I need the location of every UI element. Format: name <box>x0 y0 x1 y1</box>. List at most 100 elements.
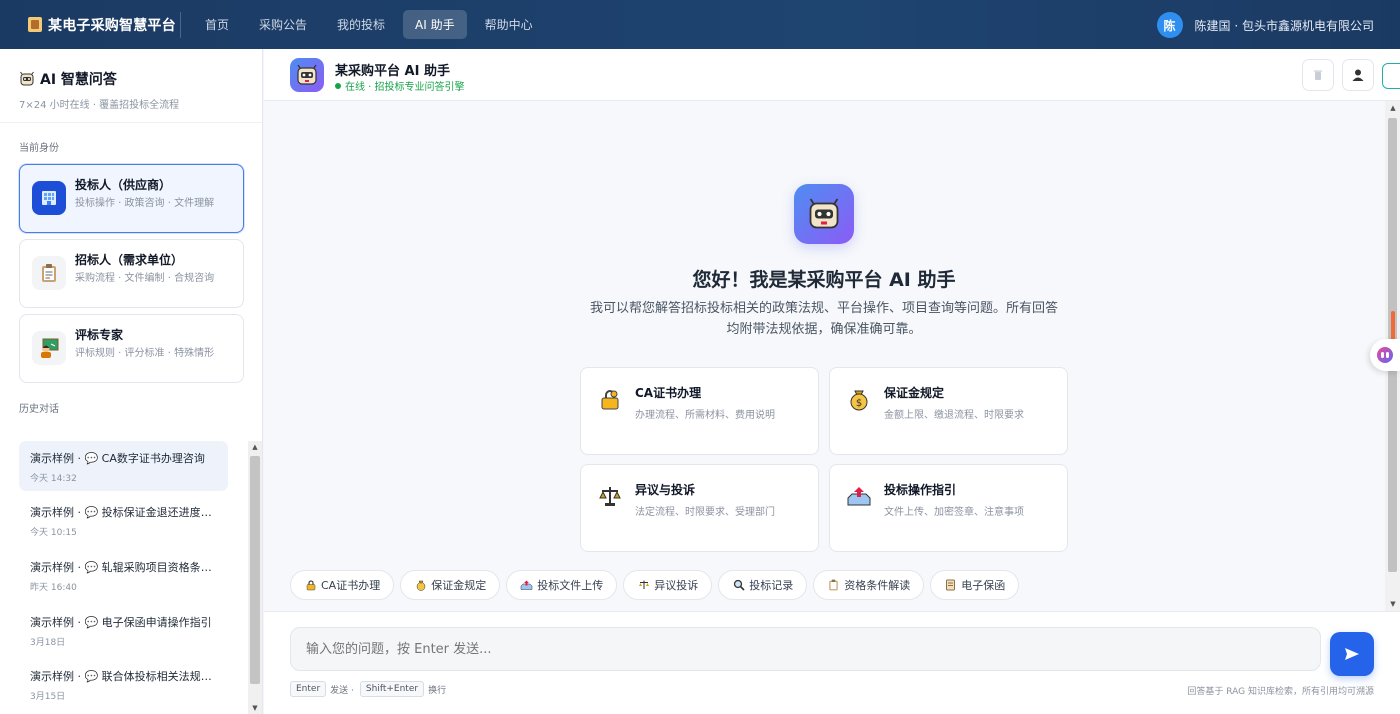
online-dot-icon <box>335 82 341 89</box>
avatar: 陈 <box>1156 12 1183 38</box>
user-icon <box>1352 69 1364 81</box>
welcome-title: 您好！我是某采购平台 AI 助手 <box>692 269 956 291</box>
scroll-up-icon[interactable]: ▲ <box>251 443 259 451</box>
brand[interactable]: 某电子采购智慧平台 <box>0 11 181 38</box>
nav-announcements[interactable]: 采购公告 <box>247 10 319 39</box>
role-card-expert[interactable]: 评标专家 评标规则 · 评分标准 · 特殊情形 <box>19 314 244 383</box>
role-section-label: 当前身份 <box>19 143 59 154</box>
lock-key-icon <box>597 386 623 412</box>
quick-card-deposit[interactable]: $ 保证金规定金额上限、缴退流程、时限要求 <box>829 367 1068 455</box>
teacher-icon <box>32 331 66 365</box>
sidebar-header: AI 智慧问答 7×24 小时在线 · 覆盖招投标全流程 <box>0 49 262 123</box>
quick-card-operation[interactable]: 投标操作指引 文件上传、加密签章、注意事项 <box>829 464 1068 552</box>
user-menu[interactable]: 陈 陈建国 · 包头市鑫源机电有限公司 <box>1156 12 1374 38</box>
chat-panel: 某采购平台 AI 助手 在线 · 招投标专业问答引擎 您好！我是某采购平台 AI… <box>264 49 1400 714</box>
chat-input[interactable] <box>290 627 1321 671</box>
history-title: 演示样例 · 💬 CA数字证书办理咨询 <box>30 452 205 465</box>
history-list: 演示样例 · 💬 CA数字证书办理咨询 今天 14:32 演示样例 · 💬 投标… <box>0 441 248 714</box>
role-desc: 采购流程 · 文件编制 · 合规咨询 <box>75 273 215 284</box>
brand-name: 某电子采购智慧平台 <box>48 17 176 34</box>
clipboard-icon <box>827 579 840 592</box>
more-button[interactable] <box>1382 63 1400 89</box>
clear-chat-button[interactable] <box>1302 59 1334 91</box>
keyboard-hint: Enter 发送 · Shift+Enter 换行 <box>290 681 452 697</box>
send-hint-text: 发送 · <box>330 685 354 696</box>
scales-icon <box>637 579 650 592</box>
history-title: 演示样例 · 💬 投标保证金退还进度查询 <box>30 506 217 519</box>
chip-qualification[interactable]: 资格条件解读 <box>813 570 925 600</box>
history-title: 演示样例 · 💬 轧辊采购项目资格条件解读 <box>30 561 217 574</box>
sidebar-subtitle: 7×24 小时在线 · 覆盖招投标全流程 <box>19 100 180 111</box>
history-time: 昨天 16:40 <box>30 583 77 593</box>
scroll-down-icon[interactable]: ▼ <box>251 704 259 712</box>
lock-key-icon <box>304 579 317 592</box>
history-item[interactable]: 演示样例 · 💬 电子保函申请操作指引 3月18日 <box>19 605 228 655</box>
chip-upload[interactable]: 投标文件上传 <box>506 570 618 600</box>
role-card-bidder[interactable]: 投标人（供应商） 投标操作 · 政策咨询 · 文件理解 <box>19 164 244 233</box>
card-desc: 文件上传、加密签章、注意事项 <box>884 507 1024 518</box>
floating-assistant-button[interactable] <box>1370 339 1400 371</box>
profile-button[interactable] <box>1342 59 1374 91</box>
chip-records[interactable]: 投标记录 <box>718 570 808 600</box>
role-title: 招标人（需求单位） <box>75 253 184 267</box>
role-title: 投标人（供应商） <box>75 178 172 192</box>
history-item[interactable]: 演示样例 · 💬 联合体投标相关法规咨询 3月15日 <box>19 659 228 709</box>
history-title: 演示样例 · 💬 联合体投标相关法规咨询 <box>30 670 217 683</box>
send-button[interactable] <box>1330 632 1374 676</box>
role-card-tenderer[interactable]: 招标人（需求单位） 采购流程 · 文件编制 · 合规咨询 <box>19 239 244 308</box>
history-time: 3月18日 <box>30 638 66 648</box>
scales-icon <box>597 483 623 509</box>
chip-label: 投标记录 <box>749 579 794 592</box>
newline-hint-text: 换行 <box>428 685 447 696</box>
chip-objection[interactable]: 异议投诉 <box>623 570 713 600</box>
role-desc: 评标规则 · 评分标准 · 特殊情形 <box>75 348 215 359</box>
nav-home[interactable]: 首页 <box>193 10 241 39</box>
chip-ca[interactable]: CA证书办理 <box>290 570 395 600</box>
building-icon <box>32 181 66 215</box>
chip-label: CA证书办理 <box>321 579 381 592</box>
brand-logo-icon <box>28 17 42 32</box>
welcome-bot-avatar <box>794 184 854 244</box>
role-desc: 投标操作 · 政策咨询 · 文件理解 <box>75 198 215 209</box>
assistant-bubble-icon <box>1377 347 1393 363</box>
nav-my-bids[interactable]: 我的投标 <box>325 10 397 39</box>
card-title: CA证书办理 <box>635 386 702 400</box>
quick-card-ca[interactable]: CA证书办理办理流程、所需材料、费用说明 <box>580 367 819 455</box>
rag-note: 回答基于 RAG 知识库检索，所有引用均可溯源 <box>1187 687 1374 697</box>
history-scrollbar[interactable]: ▲ ▼ <box>248 441 262 714</box>
scroll-down-icon[interactable]: ▼ <box>1389 600 1397 608</box>
history-item[interactable]: 演示样例 · 💬 轧辊采购项目资格条件解读 昨天 16:40 <box>19 550 228 600</box>
card-title: 异议与投诉 <box>635 483 696 497</box>
card-title: 保证金规定 <box>884 386 945 400</box>
robot-icon <box>297 64 317 85</box>
card-desc: 办理流程、所需材料、费用说明 <box>635 410 775 421</box>
quick-card-objection[interactable]: 异议与投诉 法定流程、时限要求、受理部门 <box>580 464 819 552</box>
welcome-description: 我可以帮您解答招标投标相关的政策法规、平台操作、项目查询等问题。所有回答均附带法… <box>589 301 1058 337</box>
nav-ai-assistant[interactable]: AI 助手 <box>403 10 467 39</box>
scrollbar-thumb[interactable] <box>250 456 260 684</box>
status-text: 在线 · 招投标专业问答引擎 <box>345 82 465 93</box>
robot-icon <box>20 71 34 86</box>
chip-label: 异议投诉 <box>654 579 699 592</box>
nav-help[interactable]: 帮助中心 <box>473 10 545 39</box>
chat-title: 某采购平台 AI 助手 <box>335 64 450 79</box>
sidebar: AI 智慧问答 7×24 小时在线 · 覆盖招投标全流程 当前身份 投标人（供应… <box>0 49 263 714</box>
bot-avatar <box>290 58 324 92</box>
clipboard-icon <box>32 256 66 290</box>
quick-question-chips: CA证书办理 保证金规定 投标文件上传 异议投诉 投标记录 资格条件解读 电子保… <box>290 570 1025 600</box>
sidebar-title-text: AI 智慧问答 <box>40 72 117 88</box>
search-icon <box>732 579 745 592</box>
history-item[interactable]: 演示样例 · 💬 投标保证金退还进度查询 今天 10:15 <box>19 495 228 545</box>
scroll-up-icon[interactable]: ▲ <box>1389 104 1397 112</box>
history-item[interactable]: 演示样例 · 💬 CA数字证书办理咨询 今天 14:32 <box>19 441 228 491</box>
enter-key-hint: Enter <box>290 681 327 697</box>
card-desc: 金额上限、缴退流程、时限要求 <box>884 410 1024 421</box>
money-bag-icon: $ <box>846 386 872 412</box>
inbox-upload-icon <box>520 579 533 592</box>
chip-guarantee[interactable]: 电子保函 <box>930 570 1020 600</box>
chip-label: 投标文件上传 <box>537 579 604 592</box>
role-title: 评标专家 <box>75 328 124 342</box>
inbox-upload-icon <box>846 483 872 509</box>
chip-deposit[interactable]: 保证金规定 <box>400 570 501 600</box>
composer: Enter 发送 · Shift+Enter 换行 回答基于 RAG 知识库检索… <box>264 611 1400 714</box>
